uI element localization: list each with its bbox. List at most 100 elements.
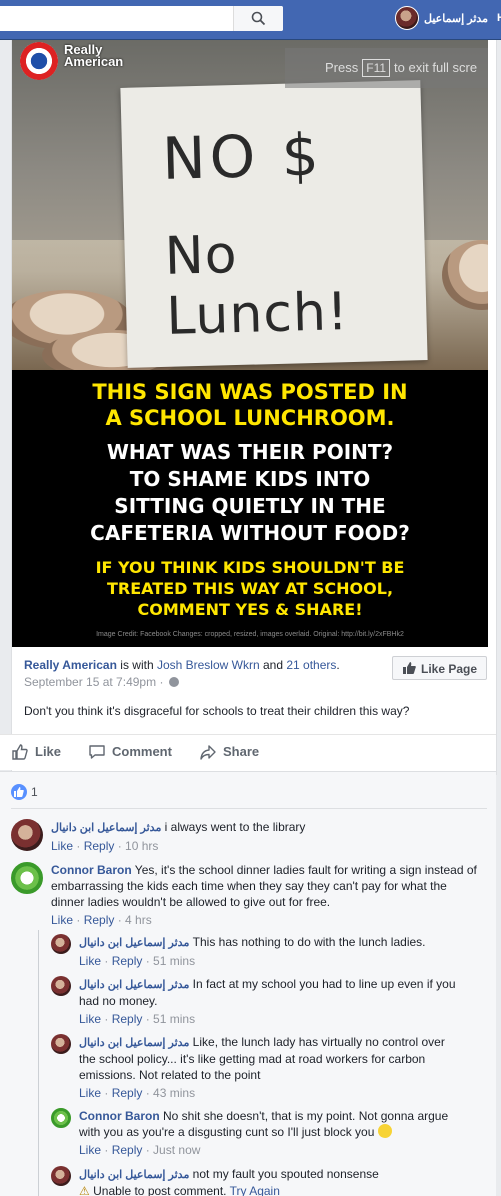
search-button[interactable] (233, 6, 283, 31)
caption-line: COMMENT YES & SHARE! (137, 600, 363, 619)
comment-time[interactable]: 4 hrs (125, 913, 152, 927)
reply-like-link[interactable]: Like (79, 1143, 101, 1157)
reply-reply-link[interactable]: Reply (112, 954, 143, 968)
try-again-link[interactable]: Try Again (230, 1184, 280, 1196)
caption-line: TO SHAME KIDS INTO (129, 467, 371, 491)
search-icon (251, 11, 266, 26)
caption-line: CAFETERIA WITHOUT FOOD? (90, 521, 410, 545)
globe-icon (168, 677, 179, 687)
caption-line: WHAT WAS THEIR POINT? (106, 440, 394, 464)
reply-like-link[interactable]: Like (79, 1012, 101, 1026)
home-link[interactable]: H (497, 12, 501, 24)
sign-line-2: No Lunch! (164, 224, 350, 347)
avatar[interactable] (51, 1034, 71, 1054)
reply-text: not my fault you spouted nonsense (189, 1167, 379, 1181)
comment-text-line: مدثر إسماعيل ابن دانيال i always went to… (51, 819, 491, 836)
comment-reply-link[interactable]: Reply (84, 839, 115, 853)
f11-key: F11 (362, 59, 391, 77)
caption-line: SITTING QUIETLY IN THE (114, 494, 386, 518)
reply-meta: Like · Reply · 51 mins (79, 954, 196, 968)
others-link[interactable]: 21 others (286, 658, 336, 672)
caption-line: IF YOU THINK KIDS SHOULDN'T BE (95, 558, 405, 577)
avatar[interactable] (51, 1166, 71, 1186)
reply-author[interactable]: مدثر إسماعيل ابن دانيال (79, 1037, 189, 1049)
post-actions-bar: Like Comment Share (0, 734, 496, 770)
profile-name: مدثر إسماعيل (424, 13, 489, 25)
reply-author[interactable]: مدثر إسماعيل ابن دانيال (79, 1169, 189, 1181)
caption-line: A SCHOOL LUNCHROOM. (105, 406, 395, 430)
avatar[interactable] (11, 862, 43, 894)
warning-icon: ⚠ (79, 1184, 90, 1196)
really-american-logo: Really American (20, 42, 160, 80)
comment-button[interactable]: Comment (88, 744, 172, 759)
post-card: NO $ No Lunch! Really American Press F11 t… (11, 40, 497, 775)
reply-like-link[interactable]: Like (79, 954, 101, 968)
comment-author[interactable]: مدثر إسماعيل ابن دانيال (51, 822, 161, 834)
reply-meta: Like · Reply · 51 mins (79, 1012, 196, 1026)
post-image[interactable]: NO $ No Lunch! Really American Press F11 t… (12, 40, 488, 647)
reply-text-line: Connor Baron No shit she doesn't, that i… (79, 1108, 459, 1140)
comment-meta: Like · Reply · 10 hrs (51, 839, 159, 853)
thumbs-up-icon (403, 662, 416, 674)
avatar[interactable] (51, 1108, 71, 1128)
post-date-link[interactable]: September 15 at 7:49pm (24, 675, 156, 689)
reply-text-line: مدثر إسماعيل ابن دانيال Like, the lunch … (79, 1034, 459, 1083)
caption-line: TREATED THIS WAY AT SCHOOL, (106, 579, 394, 598)
thumbs-up-icon (12, 744, 28, 760)
page-name-link[interactable]: Really American (24, 658, 117, 672)
sign-photo: NO $ No Lunch! Really American Press F11 t… (12, 40, 488, 380)
reply-time[interactable]: 43 mins (153, 1086, 195, 1100)
comment-reply-link[interactable]: Reply (84, 913, 115, 927)
reply-author[interactable]: مدثر إسماعيل ابن دانيال (79, 979, 189, 991)
comment-like-link[interactable]: Like (51, 839, 73, 853)
logo-text: Really American (64, 42, 124, 69)
reaction-count: 1 (31, 785, 38, 799)
profile-avatar (395, 6, 419, 30)
shield-icon (20, 42, 58, 80)
like-page-button[interactable]: Like Page (392, 656, 487, 680)
divider (11, 808, 487, 809)
share-icon (200, 745, 216, 760)
reply-text-line: مدثر إسماعيل ابن دانيال not my fault you… (79, 1166, 479, 1183)
avatar[interactable] (51, 976, 71, 996)
post-header: Really American is with Josh Breslow Wkr… (24, 658, 394, 689)
reply-thread-line (38, 930, 39, 1196)
reply-time[interactable]: Just now (153, 1143, 200, 1157)
avatar[interactable] (51, 934, 71, 954)
post-timestamp: September 15 at 7:49pm · (24, 675, 394, 689)
comment-time[interactable]: 10 hrs (125, 839, 158, 853)
post-attribution: Really American is with Josh Breslow Wkr… (24, 658, 340, 672)
search-input[interactable] (0, 6, 283, 31)
comment-author[interactable]: Connor Baron (51, 863, 132, 877)
reply-meta: Like · Reply · 43 mins (79, 1086, 196, 1100)
reply-reply-link[interactable]: Reply (112, 1086, 143, 1100)
no-lunch-sign: NO $ No Lunch! (120, 80, 428, 368)
reply-text: This has nothing to do with the lunch la… (189, 935, 426, 949)
post-text: Don't you think it's disgraceful for sch… (24, 704, 410, 718)
top-navigation-bar: مدثر إسماعيل H (0, 0, 501, 40)
image-credit: Image Credit: Facebook Changes: cropped,… (96, 631, 404, 638)
reply-time[interactable]: 51 mins (153, 1012, 195, 1026)
post-error: ⚠ Unable to post comment. Try Again (79, 1184, 280, 1196)
comment-text-line: Connor Baron Yes, it's the school dinner… (51, 862, 481, 910)
reply-time[interactable]: 51 mins (153, 954, 195, 968)
reply-author[interactable]: مدثر إسماعيل ابن دانيال (79, 937, 189, 949)
fullscreen-notice: Press F11 to exit full scre (285, 48, 488, 88)
comment-text: i always went to the library (161, 820, 306, 834)
reply-author[interactable]: Connor Baron (79, 1109, 160, 1123)
reply-text-line: مدثر إسماعيل ابن دانيال This has nothing… (79, 934, 479, 951)
sign-line-1: NO $ (161, 120, 324, 193)
caption-line: THIS SIGN WAS POSTED IN (92, 380, 408, 404)
avatar[interactable] (11, 819, 43, 851)
comment-meta: Like · Reply · 4 hrs (51, 913, 152, 927)
comment-icon (89, 745, 105, 759)
like-button[interactable]: Like (11, 744, 61, 760)
tagged-user-link[interactable]: Josh Breslow Wkrn (157, 658, 260, 672)
reply-like-link[interactable]: Like (79, 1086, 101, 1100)
comment-like-link[interactable]: Like (51, 913, 73, 927)
reply-reply-link[interactable]: Reply (112, 1012, 143, 1026)
smile-emoji-icon (377, 1124, 392, 1138)
reply-reply-link[interactable]: Reply (112, 1143, 143, 1157)
reply-meta: Like · Reply · Just now (79, 1143, 201, 1157)
share-button[interactable]: Share (199, 744, 259, 760)
